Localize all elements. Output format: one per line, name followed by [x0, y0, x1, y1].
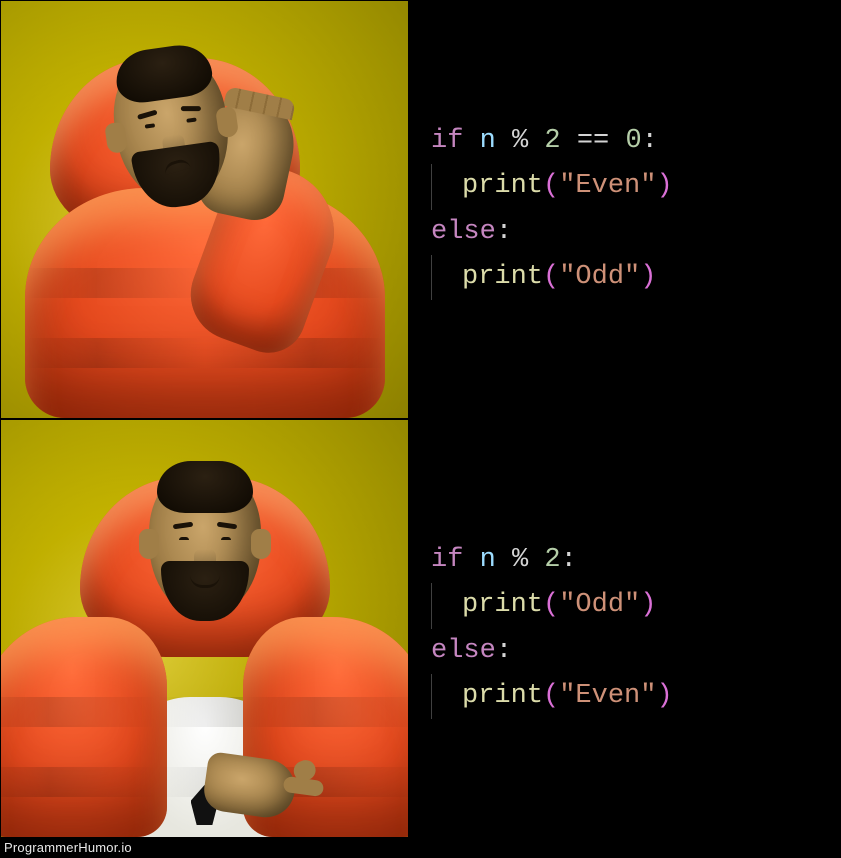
jacket-left [0, 617, 167, 837]
keyword-else: else [431, 636, 496, 666]
operator-mod: % [512, 126, 528, 156]
string-even: "Even" [559, 681, 656, 711]
drake-reject-panel [0, 0, 409, 419]
meme-page: if n % 2 == 0: print("Even") else: print… [0, 0, 841, 858]
brow-right [180, 106, 200, 111]
colon: : [496, 217, 512, 247]
paren-open: ( [543, 681, 559, 711]
keyword-if: if [431, 126, 463, 156]
number-2: 2 [544, 545, 560, 575]
keyword-if: if [431, 545, 463, 575]
paren-close: ) [656, 681, 672, 711]
operator-mod: % [512, 545, 528, 575]
watermark-text: ProgrammerHumor.io [4, 838, 132, 858]
indent-guide: print("Odd") [431, 255, 656, 300]
paren-close: ) [656, 171, 672, 201]
indent-guide: print("Odd") [431, 583, 656, 628]
paren-close: ) [640, 590, 656, 620]
fn-print: print [462, 681, 543, 711]
code-panel-top: if n % 2 == 0: print("Even") else: print… [409, 0, 841, 419]
code-snippet-approved: if n % 2: print("Odd") else: print("Even… [431, 538, 673, 719]
paren-open: ( [543, 262, 559, 292]
code-snippet-rejected: if n % 2 == 0: print("Even") else: print… [431, 119, 673, 300]
identifier-n: n [480, 126, 496, 156]
code-panel-bottom: if n % 2: print("Odd") else: print("Even… [409, 419, 841, 838]
ear-left [139, 529, 159, 559]
colon: : [561, 545, 577, 575]
string-odd: "Odd" [559, 262, 640, 292]
ear-right [251, 529, 271, 559]
meme-grid: if n % 2 == 0: print("Even") else: print… [0, 0, 841, 838]
colon: : [642, 126, 658, 156]
string-even: "Even" [559, 171, 656, 201]
drake-approve-panel [0, 419, 409, 838]
string-odd: "Odd" [559, 590, 640, 620]
brow-right [216, 522, 237, 530]
eye-right-closed [221, 537, 231, 540]
eye-left [144, 123, 154, 128]
colon: : [496, 636, 512, 666]
identifier-n: n [480, 545, 496, 575]
paren-close: ) [640, 262, 656, 292]
brow-left [137, 110, 158, 120]
indent-guide: print("Even") [431, 164, 673, 209]
eye-left-closed [179, 537, 189, 540]
paren-open: ( [543, 171, 559, 201]
fn-print: print [462, 262, 543, 292]
number-0: 0 [625, 126, 641, 156]
hair [157, 461, 253, 513]
number-2: 2 [544, 126, 560, 156]
paren-open: ( [543, 590, 559, 620]
indent-guide: print("Even") [431, 674, 673, 719]
fn-print: print [462, 590, 543, 620]
brow-left [172, 522, 193, 530]
ear-right [215, 106, 239, 138]
keyword-else: else [431, 217, 496, 247]
fn-print: print [462, 171, 543, 201]
head [149, 467, 261, 617]
eye-right [186, 117, 196, 122]
operator-eq: == [577, 126, 609, 156]
